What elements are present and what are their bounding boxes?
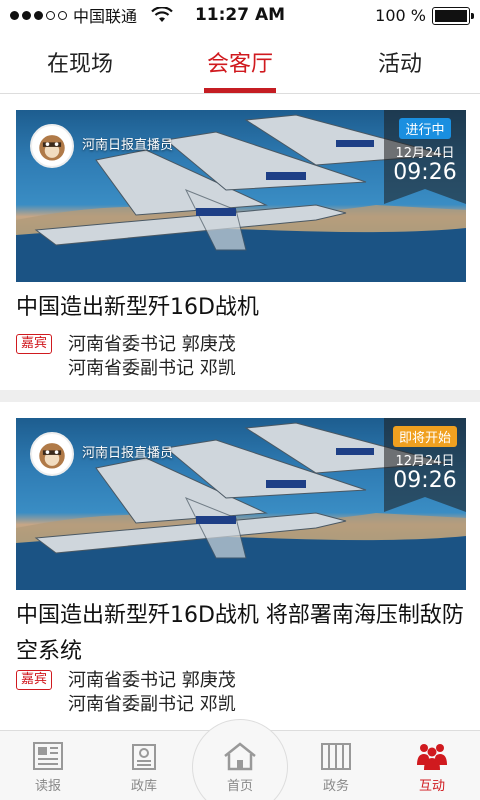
live-feed-list: 河南日报直播员 进行中 12月24日 09:26 中国造出新型歼16D战机 嘉宾… xyxy=(0,94,480,730)
tab-activities[interactable]: 活动 xyxy=(320,30,480,93)
card-title[interactable]: 中国造出新型歼16D战机 xyxy=(16,290,468,326)
guest-name: 河南省委副书记 邓凯 xyxy=(68,694,236,715)
carrier-name: 中国联通 xyxy=(73,7,138,26)
battery-percent: 100 % xyxy=(375,6,426,25)
battery-level xyxy=(435,9,467,22)
guest-name: 河南省委书记 郭庚茂 xyxy=(68,670,236,691)
host-avatar xyxy=(30,432,74,476)
top-tab-bar: 在现场 会客厅 活动 xyxy=(0,30,480,94)
host-avatar xyxy=(30,124,74,168)
nav-label: 政库 xyxy=(130,779,157,794)
live-time: 09:26 xyxy=(393,160,457,185)
nav-label: 互动 xyxy=(418,779,445,794)
host-name: 河南日报直播员 xyxy=(82,446,174,461)
tab-on-site[interactable]: 在现场 xyxy=(0,30,160,93)
bottom-navigation: 读报 政库 首页 政务 互动 xyxy=(0,719,480,800)
tab-reception-hall[interactable]: 会客厅 xyxy=(160,30,320,93)
nav-government-affairs[interactable]: 政务 xyxy=(288,731,384,800)
people-icon xyxy=(417,744,447,770)
tab-label: 在现场 xyxy=(46,51,113,77)
live-card[interactable]: 河南日报直播员 进行中 12月24日 09:26 中国造出新型歼16D战机 嘉宾… xyxy=(0,94,480,390)
live-date: 12月24日 xyxy=(395,454,455,469)
nav-home[interactable]: 首页 xyxy=(192,731,288,800)
archive-icon xyxy=(132,744,156,770)
nav-policy-library[interactable]: 政库 xyxy=(96,731,192,800)
status-tag: 进行中 xyxy=(399,118,451,139)
host-name: 河南日报直播员 xyxy=(82,138,174,153)
guest-tag: 嘉宾 xyxy=(16,334,53,354)
guest-tag: 嘉宾 xyxy=(16,670,53,690)
home-icon xyxy=(224,742,256,771)
live-date: 12月24日 xyxy=(395,146,455,161)
tab-label: 会客厅 xyxy=(206,51,273,77)
signal-strength-icon xyxy=(10,10,67,20)
nav-interaction[interactable]: 互动 xyxy=(384,731,480,800)
wifi-icon xyxy=(151,7,173,22)
battery-icon xyxy=(432,6,474,25)
nav-label: 首页 xyxy=(226,779,253,794)
card-title[interactable]: 中国造出新型歼16D战机 将部署南海压制敌防空系统 xyxy=(16,598,468,670)
nav-read-newspaper[interactable]: 读报 xyxy=(0,731,96,800)
cover-image: 河南日报直播员 即将开始 12月24日 09:26 xyxy=(16,418,466,590)
live-time: 09:26 xyxy=(393,468,457,493)
guest-name: 河南省委书记 郭庚茂 xyxy=(68,334,236,355)
newspaper-icon xyxy=(33,742,63,770)
nav-label: 政务 xyxy=(322,779,349,794)
cover-image: 河南日报直播员 进行中 12月24日 09:26 xyxy=(16,110,466,282)
nav-label: 读报 xyxy=(34,779,61,794)
live-card[interactable]: 河南日报直播员 即将开始 12月24日 09:26 中国造出新型歼16D战机 将… xyxy=(0,402,480,730)
status-tag: 即将开始 xyxy=(392,426,457,447)
government-icon xyxy=(321,743,351,770)
status-bar: 中国联通 11:27 AM 100 % xyxy=(0,0,480,30)
active-tab-indicator xyxy=(204,88,276,93)
tab-label: 活动 xyxy=(377,51,422,77)
clock: 11:27 AM xyxy=(194,5,286,25)
guest-name: 河南省委副书记 邓凯 xyxy=(68,358,236,379)
